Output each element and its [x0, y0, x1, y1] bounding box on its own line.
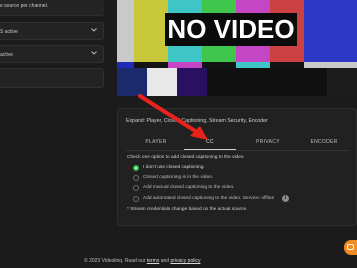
channel-row-3[interactable]	[0, 68, 104, 88]
left-description-box: e source per channel.	[0, 0, 104, 16]
channel-row-2-label: active	[0, 52, 14, 58]
cc-prompt: Check one option to add closed captionin…	[127, 155, 244, 160]
terms-link[interactable]: terms	[147, 258, 160, 264]
radio-button[interactable]	[133, 185, 139, 191]
cc-option-label: Add manual closed captioning to the vide…	[143, 185, 235, 190]
color-bar	[304, 0, 357, 62]
red-arrow-annotation	[138, 94, 208, 140]
chevron-down-icon[interactable]	[91, 28, 97, 34]
radio-button[interactable]	[133, 175, 139, 181]
channel-row-2[interactable]: active	[0, 45, 104, 63]
cc-option-label: Closed captioning is in the video.	[143, 175, 214, 180]
cc-option-label: I don't use closed captioning.	[143, 165, 205, 170]
credentials-note: * Stream credentials change based on the…	[127, 207, 248, 212]
left-description: e source per channel.	[0, 3, 49, 9]
tab-privacy[interactable]: PRIVACY	[242, 137, 294, 151]
privacy-policy-link[interactable]: privacy policy	[170, 258, 200, 264]
cc-option-label: Add automated closed captioning to the v…	[143, 196, 275, 201]
chat-widget-button[interactable]	[344, 240, 357, 255]
chat-icon	[347, 244, 354, 250]
app-root: e source per channel. S active active NO…	[0, 0, 357, 268]
tab-divider	[126, 150, 350, 151]
pluge-block	[207, 68, 327, 96]
color-bar	[117, 0, 134, 62]
no-video-label: NO VIDEO	[165, 13, 297, 46]
pluge-block	[327, 68, 357, 96]
radio-button[interactable]	[133, 165, 139, 171]
channel-row-1-label: S active	[0, 29, 18, 35]
chevron-down-icon[interactable]	[91, 51, 97, 57]
footer-and: and	[160, 258, 170, 264]
left-panel: e source per channel. S active active	[0, 0, 108, 92]
radio-button[interactable]	[133, 196, 139, 202]
footer-copyright: © 2023 Videolinq. Read our	[84, 258, 146, 264]
video-preview[interactable]: NO VIDEO	[117, 0, 357, 96]
tab-encoder[interactable]: ENCODER	[298, 137, 350, 151]
info-icon[interactable]: i	[282, 195, 289, 202]
color-bar	[134, 0, 168, 62]
channel-row-1[interactable]: S active	[0, 22, 104, 40]
